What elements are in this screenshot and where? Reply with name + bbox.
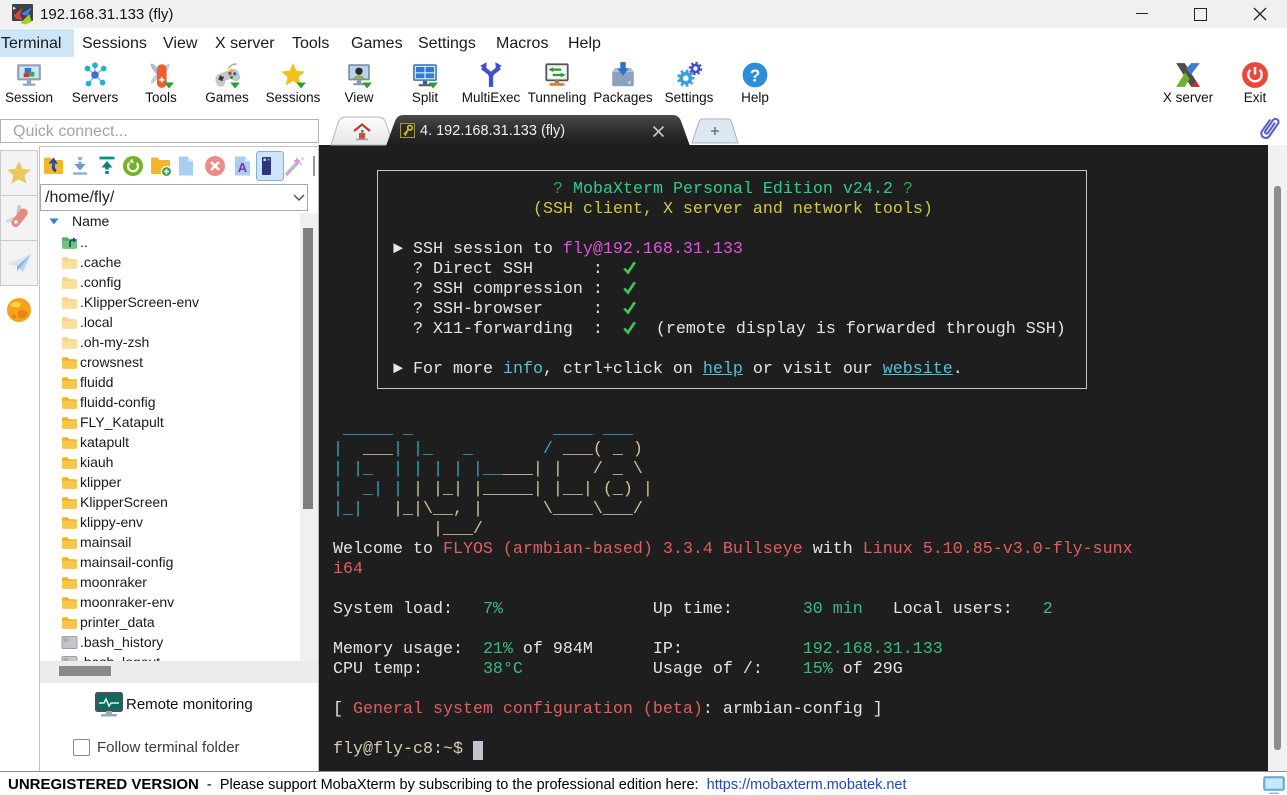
svg-text:?: ? [750, 65, 761, 85]
svg-text:A: A [238, 160, 248, 175]
